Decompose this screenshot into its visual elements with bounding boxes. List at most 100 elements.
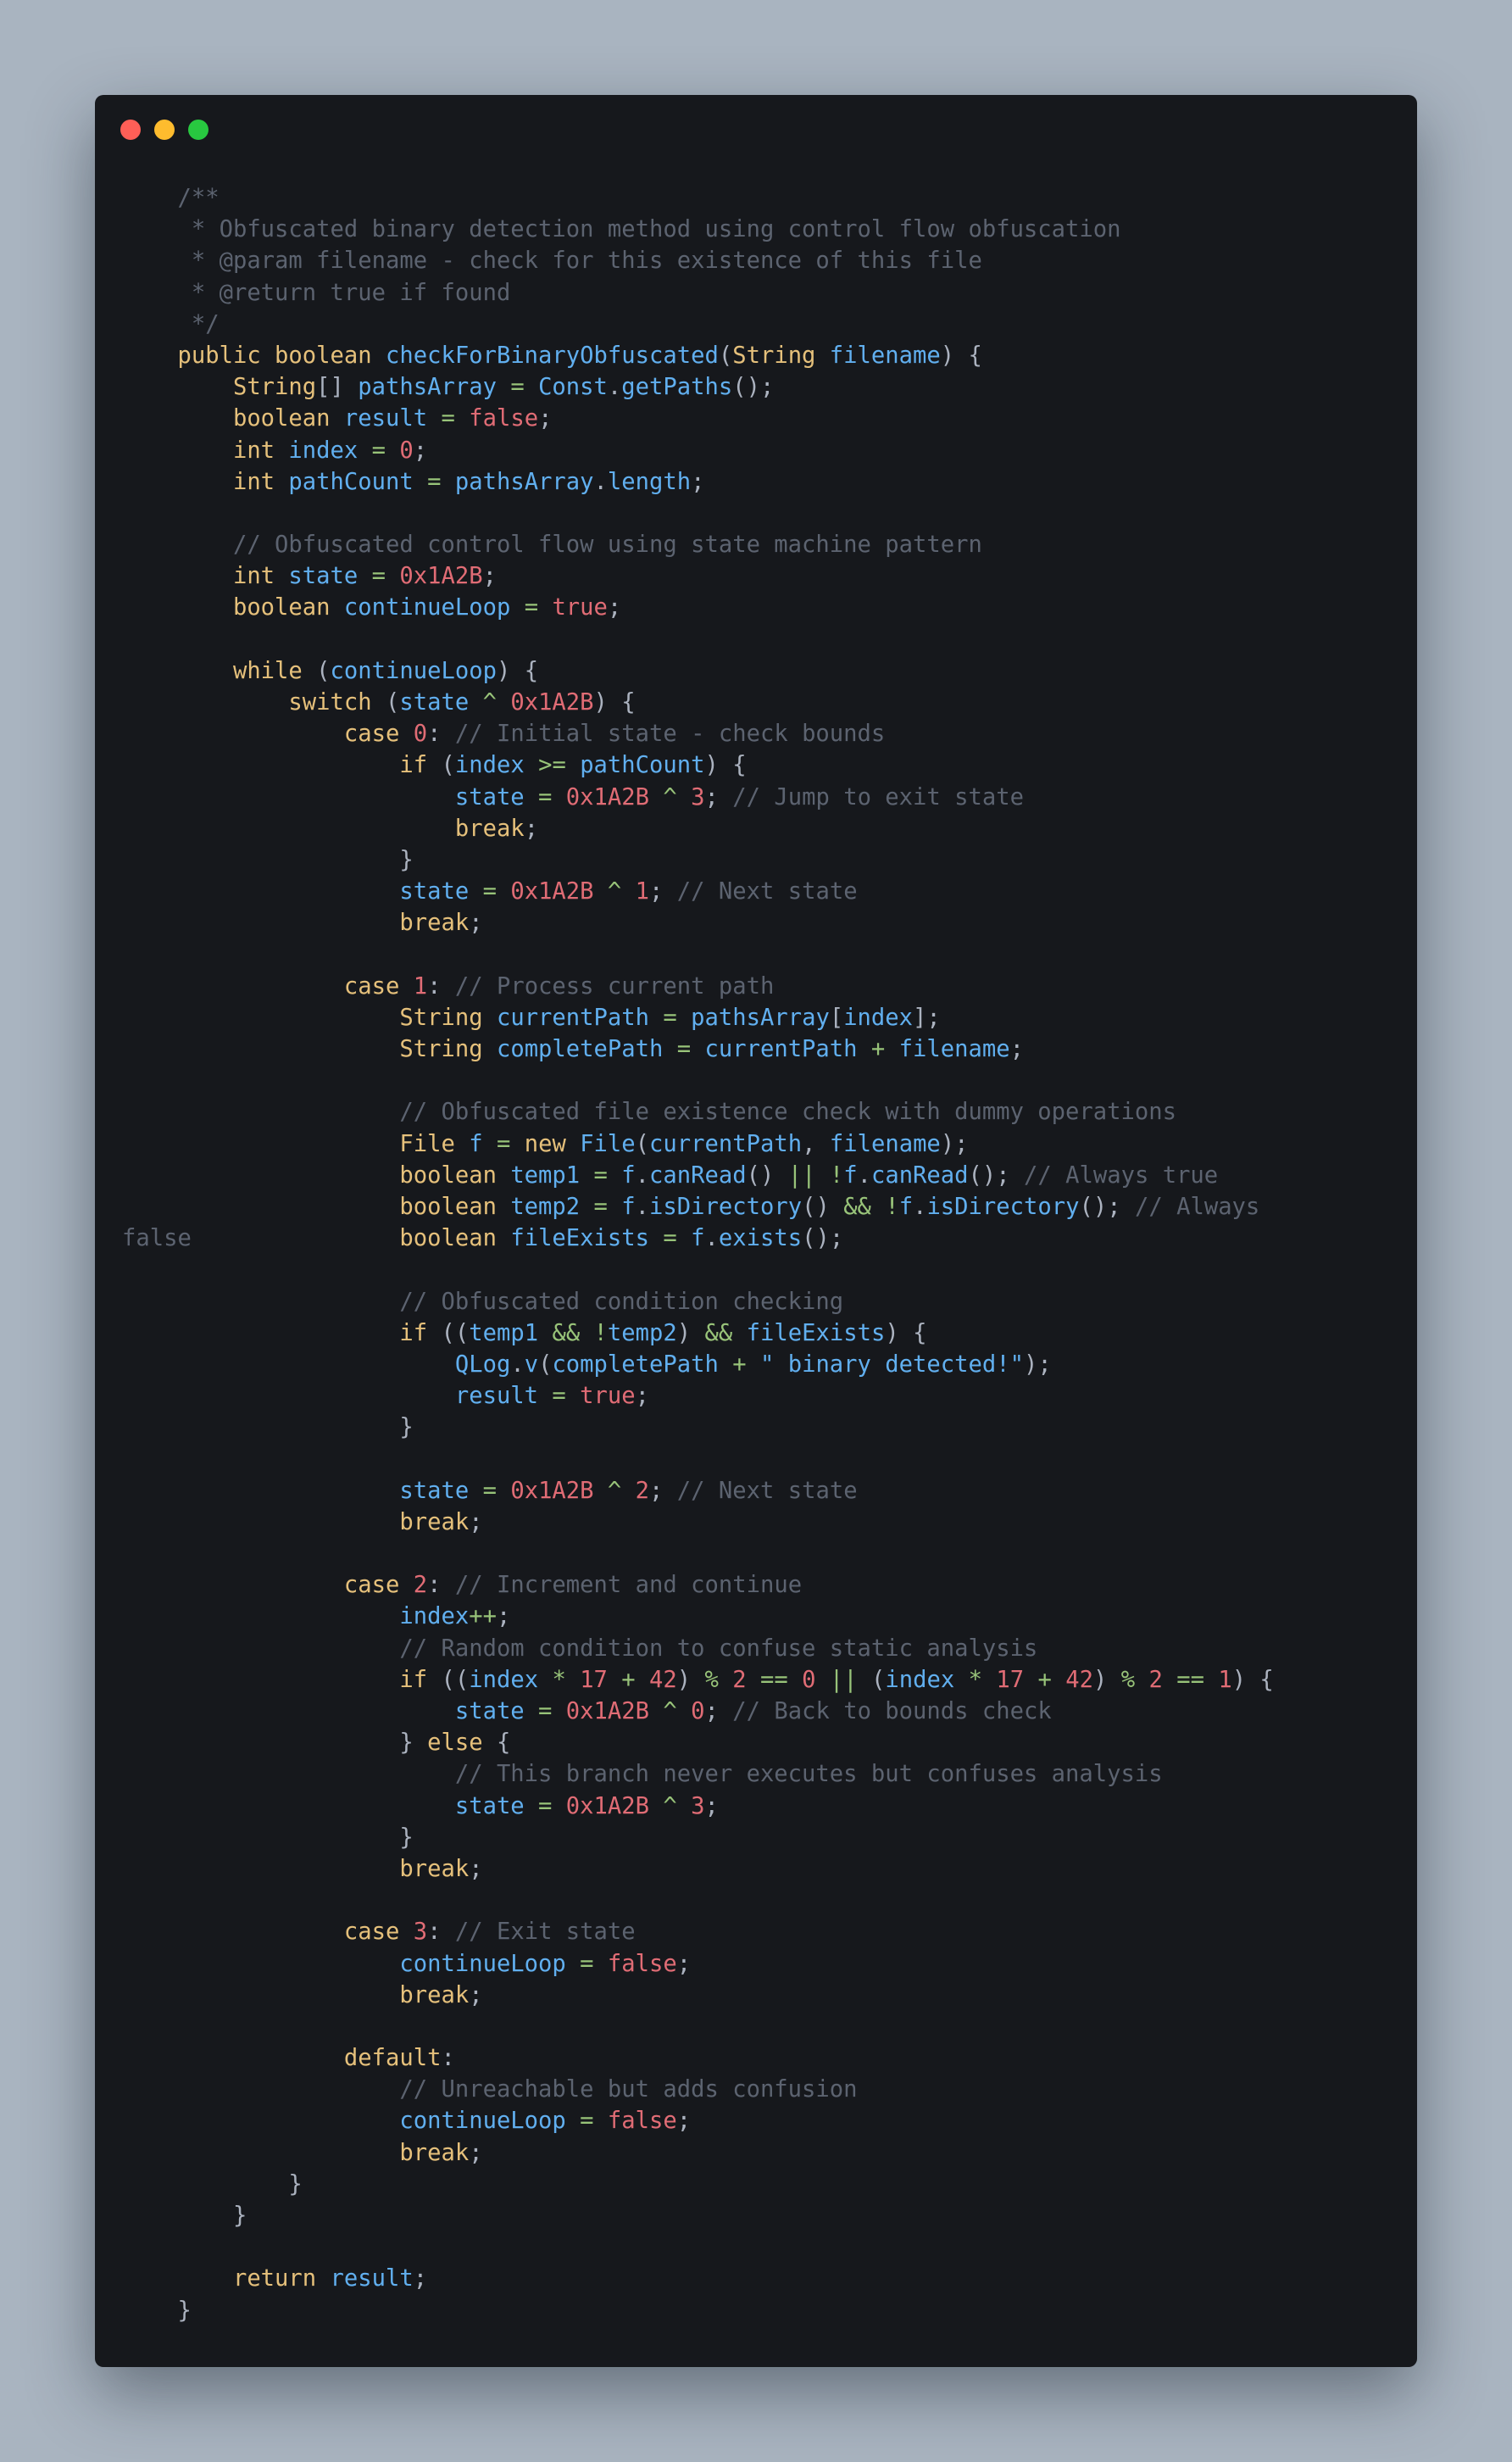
code-token: case <box>122 721 414 748</box>
code-token: ( <box>316 657 331 684</box>
code-token: index <box>885 1666 955 1693</box>
code-line: } else { <box>122 1727 1274 1758</box>
code-token: pathCount <box>288 468 414 495</box>
code-token: boolean <box>122 405 344 432</box>
code-token: */ <box>122 310 220 337</box>
code-token: 2 <box>413 1572 428 1599</box>
code-line: case 2: // Increment and continue <box>122 1569 1274 1601</box>
code-token: * <box>538 1666 581 1693</box>
code-token: ; <box>524 815 539 842</box>
code-token: break <box>122 2139 470 2166</box>
code-token: ; <box>676 2108 692 2135</box>
code-token: , <box>802 1130 830 1157</box>
code-token: 3 <box>691 1792 705 1819</box>
code-token: % <box>704 1666 733 1693</box>
code-token: break <box>122 1981 470 2008</box>
code-token: ; <box>469 1508 483 1535</box>
code-token: // Increment and continue <box>454 1572 803 1599</box>
code-token: ]; <box>913 1004 941 1031</box>
code-line: boolean temp1 = f.canRead() || !f.canRea… <box>122 1160 1274 1191</box>
code-window: /** * Obfuscated binary detection method… <box>95 95 1417 2367</box>
code-token: ( <box>718 342 733 369</box>
code-token: ( <box>441 752 455 779</box>
code-line: continueLoop = false; <box>122 1948 1274 1980</box>
code-token: break <box>122 910 470 937</box>
code-token: else <box>427 1730 483 1757</box>
code-line: * @param filename - check for this exist… <box>122 245 1274 276</box>
code-token: result <box>122 1383 539 1410</box>
code-token: false <box>607 2108 677 2135</box>
code-token: exists <box>718 1225 803 1252</box>
code-token: result <box>343 405 428 432</box>
code-line: // This branch never executes but confus… <box>122 1758 1274 1790</box>
code-token: ^ <box>649 1792 692 1819</box>
code-token: 3 <box>413 1919 428 1946</box>
code-token: /** <box>122 185 220 211</box>
code-token: state <box>122 1698 525 1724</box>
code-token: ! <box>829 1161 844 1189</box>
code-token: getPaths <box>621 374 733 401</box>
code-token: . <box>635 1161 650 1189</box>
code-token: 1 <box>413 972 428 1000</box>
code-token: * Obfuscated binary detection method usi… <box>122 216 1121 243</box>
code-token: continueLoop <box>122 1950 566 1977</box>
code-token: String <box>122 1036 497 1063</box>
code-token: ; <box>469 2139 483 2166</box>
code-token: = <box>565 2108 608 2135</box>
code-token: completePath <box>552 1351 719 1378</box>
code-token: 0 <box>413 721 428 748</box>
code-token: " binary detected!" <box>759 1351 1024 1378</box>
code-token: File <box>580 1130 636 1157</box>
code-line: break; <box>122 907 1274 939</box>
code-token: ; <box>482 563 497 590</box>
code-token: break <box>122 1855 470 1882</box>
code-token: QLog <box>122 1351 511 1378</box>
code-token: [ <box>829 1004 844 1031</box>
close-button[interactable] <box>120 120 141 140</box>
code-token: state <box>288 563 359 590</box>
code-line: continueLoop = false; <box>122 2105 1274 2136</box>
minimize-button[interactable] <box>154 120 175 140</box>
code-token: pathsArray <box>454 468 594 495</box>
code-token: pathsArray <box>691 1004 830 1031</box>
code-token: pathCount <box>580 752 705 779</box>
code-token: 0 <box>691 1698 705 1724</box>
code-token: new <box>524 1130 581 1157</box>
code-line: state = 0x1A2B ^ 1; // Next state <box>122 876 1274 907</box>
code-token: ; <box>496 1603 511 1630</box>
code-token: int <box>122 563 289 590</box>
zoom-button[interactable] <box>188 120 208 140</box>
code-token: // Process current path <box>454 972 775 1000</box>
code-token: } <box>122 2297 192 2324</box>
code-line: if ((index * 17 + 42) % 2 == 0 || (index… <box>122 1664 1273 1696</box>
code-token: currentPath <box>496 1004 650 1031</box>
code-token: // Initial state - check bounds <box>454 721 886 748</box>
code-line: break; <box>122 813 1274 844</box>
code-token: state <box>399 689 470 716</box>
code-token: boolean <box>122 1194 511 1220</box>
code-block: /** * Obfuscated binary detection method… <box>122 182 1274 2326</box>
code-line: switch (state ^ 0x1A2B) { <box>122 687 1274 718</box>
code-token: * @return true if found <box>122 279 511 306</box>
code-line: String currentPath = pathsArray[index]; <box>122 1002 1274 1033</box>
code-line: // Random condition to confuse static an… <box>122 1633 1274 1664</box>
code-token: (); <box>802 1225 844 1252</box>
code-line: return result; <box>122 2263 1274 2294</box>
code-token: ; <box>469 1981 483 2008</box>
code-token: int <box>122 437 289 464</box>
code-token: = <box>413 468 455 495</box>
code-token: 0x1A2B <box>399 563 483 590</box>
code-token: state <box>122 1792 525 1819</box>
code-token: . <box>913 1194 927 1220</box>
code-line: break; <box>122 1853 1274 1885</box>
code-token: ); <box>940 1130 969 1157</box>
code-line: String completePath = currentPath + file… <box>122 1033 1274 1065</box>
code-token: (); <box>1079 1194 1135 1220</box>
code-token: = <box>565 1950 608 1977</box>
